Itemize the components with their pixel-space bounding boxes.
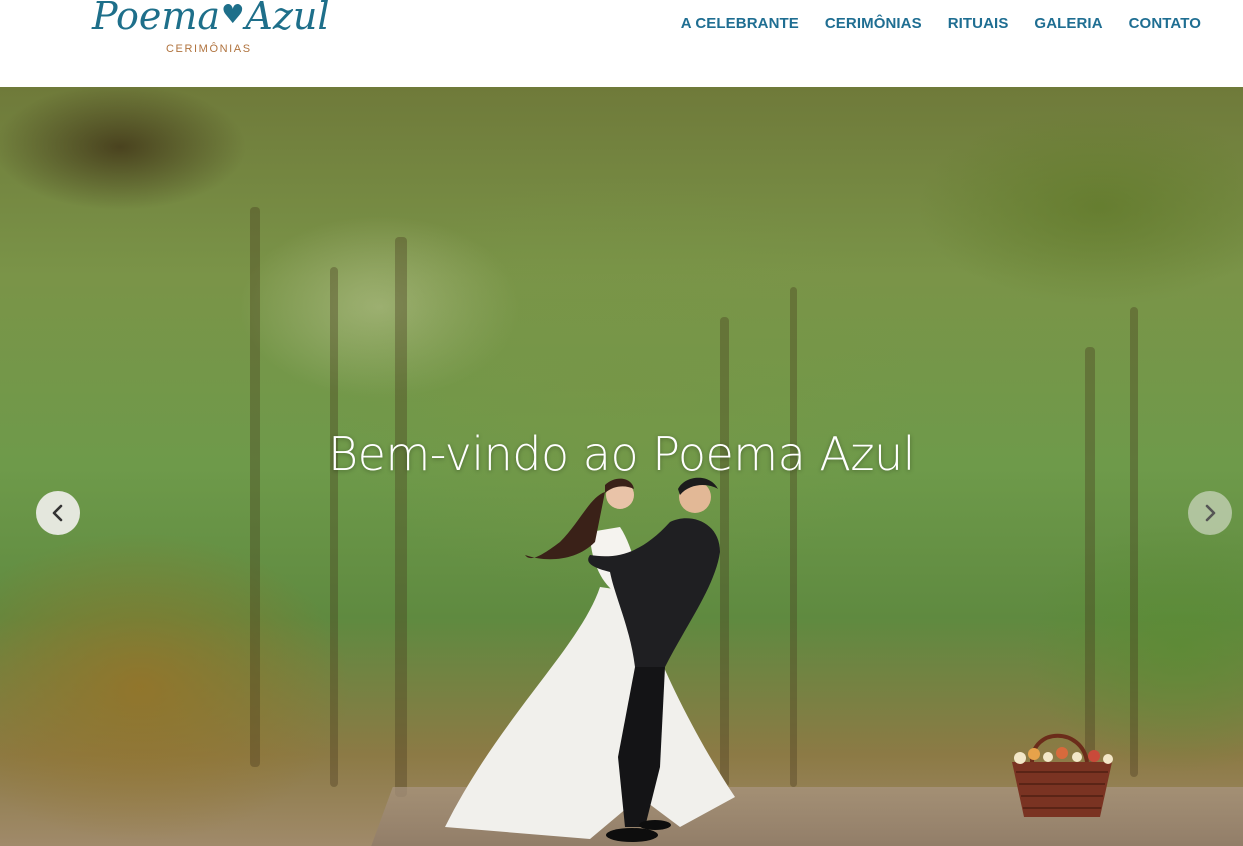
slider-prev-button[interactable] [36,491,80,535]
hero-slider: Bem-vindo ao Poema Azul [0,87,1243,846]
site-logo[interactable]: Poema♥Azul CERIMÔNIAS [90,0,330,60]
chevron-right-icon [1205,504,1216,522]
nav-item-contato[interactable]: CONTATO [1129,15,1201,32]
nav-item-celebrante[interactable]: A CELEBRANTE [681,15,799,32]
slider-next-button[interactable] [1188,491,1232,535]
logo-wordmark: Poema♥Azul [92,0,330,38]
hero-title: Bem-vindo ao Poema Azul [328,427,915,481]
chevron-left-icon [52,504,63,522]
logo-subtitle: CERIMÔNIAS [166,43,252,55]
nav-item-cerimonias[interactable]: CERIMÔNIAS [825,15,922,32]
nav-item-galeria[interactable]: GALERIA [1034,15,1102,32]
nav-item-rituais[interactable]: RITUAIS [948,15,1009,32]
couple-figure [445,477,735,842]
picnic-basket [1012,733,1113,817]
site-header: Poema♥Azul CERIMÔNIAS A CELEBRANTE CERIM… [0,0,1243,87]
heart-icon: ♥ [221,0,245,30]
